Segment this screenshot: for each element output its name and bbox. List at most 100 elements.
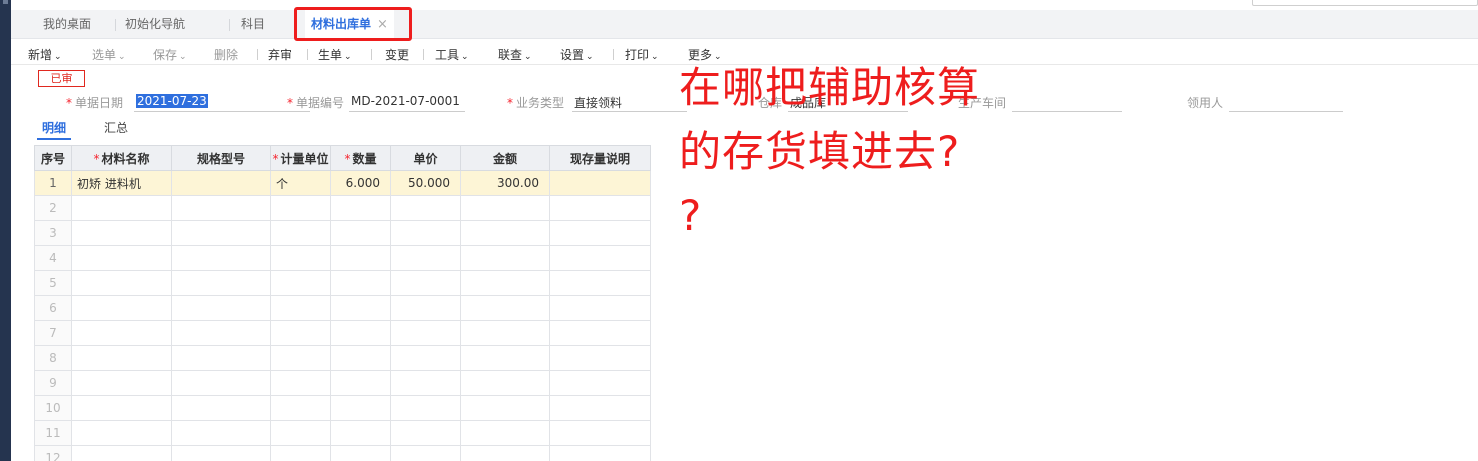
grid-column-header[interactable]: 现存量说明 bbox=[549, 145, 651, 171]
subtab-summary[interactable]: 汇总 bbox=[104, 119, 128, 136]
grid-cell-note[interactable] bbox=[549, 395, 651, 421]
date-input[interactable]: 2021-07-23 bbox=[134, 94, 310, 112]
grid-cell-spec[interactable] bbox=[171, 345, 271, 371]
grid-cell-qty[interactable] bbox=[330, 295, 391, 321]
grid-cell-unit[interactable] bbox=[270, 445, 331, 461]
grid-cell-spec[interactable] bbox=[171, 395, 271, 421]
grid-cell-note[interactable] bbox=[549, 370, 651, 396]
toolbar-button-0[interactable]: 新增 ⌄ bbox=[28, 46, 62, 63]
grid-cell-qty[interactable] bbox=[330, 220, 391, 246]
toolbar-button-5[interactable]: 生单 ⌄ bbox=[318, 46, 352, 63]
grid-cell-name[interactable] bbox=[71, 195, 172, 221]
grid-cell-spec[interactable] bbox=[171, 295, 271, 321]
grid-cell-amount[interactable] bbox=[460, 370, 550, 396]
top-search-box[interactable] bbox=[1252, 0, 1478, 6]
grid-cell-unit[interactable] bbox=[270, 270, 331, 296]
table-row[interactable]: 7 bbox=[34, 320, 651, 346]
grid-cell-spec[interactable] bbox=[171, 170, 271, 196]
grid-cell-price[interactable] bbox=[390, 370, 461, 396]
grid-cell-price[interactable] bbox=[390, 195, 461, 221]
grid-cell-price[interactable] bbox=[390, 345, 461, 371]
grid-cell-price[interactable] bbox=[390, 220, 461, 246]
toolbar-button-7[interactable]: 工具 ⌄ bbox=[435, 46, 469, 63]
grid-cell-qty[interactable] bbox=[330, 395, 391, 421]
grid-cell-amount[interactable] bbox=[460, 195, 550, 221]
grid-cell-note[interactable] bbox=[549, 320, 651, 346]
grid-cell-unit[interactable]: 个 bbox=[270, 170, 331, 196]
grid-cell-note[interactable] bbox=[549, 170, 651, 196]
grid-cell-note[interactable] bbox=[549, 195, 651, 221]
grid-cell-qty[interactable] bbox=[330, 320, 391, 346]
toolbar-button-10[interactable]: 打印 ⌄ bbox=[625, 46, 659, 63]
grid-cell-qty[interactable] bbox=[330, 370, 391, 396]
grid-cell-unit[interactable] bbox=[270, 395, 331, 421]
toolbar-button-8[interactable]: 联查 ⌄ bbox=[498, 46, 532, 63]
table-row[interactable]: 5 bbox=[34, 270, 651, 296]
grid-cell-name[interactable] bbox=[71, 295, 172, 321]
grid-cell-spec[interactable] bbox=[171, 420, 271, 446]
grid-cell-price[interactable] bbox=[390, 445, 461, 461]
grid-cell-price[interactable] bbox=[390, 320, 461, 346]
grid-cell-unit[interactable] bbox=[270, 345, 331, 371]
grid-column-header[interactable]: * 计量单位 bbox=[270, 145, 331, 171]
grid-cell-name[interactable] bbox=[71, 320, 172, 346]
grid-cell-qty[interactable] bbox=[330, 270, 391, 296]
grid-cell-unit[interactable] bbox=[270, 245, 331, 271]
doc-number-input[interactable]: MD-2021-07-0001 bbox=[349, 94, 465, 112]
table-row[interactable]: 4 bbox=[34, 245, 651, 271]
grid-cell-amount[interactable] bbox=[460, 445, 550, 461]
grid-cell-qty[interactable] bbox=[330, 445, 391, 461]
grid-cell-unit[interactable] bbox=[270, 420, 331, 446]
grid-cell-note[interactable] bbox=[549, 420, 651, 446]
toolbar-button-6[interactable]: 变更 bbox=[385, 46, 409, 63]
grid-cell-spec[interactable] bbox=[171, 245, 271, 271]
table-row[interactable]: 6 bbox=[34, 295, 651, 321]
grid-cell-amount[interactable] bbox=[460, 420, 550, 446]
grid-cell-amount[interactable] bbox=[460, 270, 550, 296]
grid-cell-unit[interactable] bbox=[270, 320, 331, 346]
table-row[interactable]: 12 bbox=[34, 445, 651, 461]
grid-cell-unit[interactable] bbox=[270, 195, 331, 221]
grid-cell-name[interactable] bbox=[71, 345, 172, 371]
grid-cell-name[interactable] bbox=[71, 395, 172, 421]
toolbar-button-4[interactable]: 弃审 bbox=[268, 46, 292, 63]
tab-account[interactable]: 科目 bbox=[241, 10, 265, 39]
tab-my-desktop[interactable]: 我的桌面 bbox=[43, 10, 91, 39]
toolbar-button-3[interactable]: 删除 bbox=[214, 46, 238, 63]
grid-cell-amount[interactable] bbox=[460, 395, 550, 421]
grid-cell-name[interactable] bbox=[71, 270, 172, 296]
grid-cell-price[interactable] bbox=[390, 295, 461, 321]
toolbar-button-9[interactable]: 设置 ⌄ bbox=[560, 46, 594, 63]
toolbar-button-2[interactable]: 保存 ⌄ bbox=[153, 46, 187, 63]
grid-cell-price[interactable] bbox=[390, 245, 461, 271]
grid-column-header[interactable]: 规格型号 bbox=[171, 145, 271, 171]
table-row[interactable]: 11 bbox=[34, 420, 651, 446]
grid-column-header[interactable]: * 材料名称 bbox=[71, 145, 172, 171]
table-row[interactable]: 3 bbox=[34, 220, 651, 246]
grid-cell-name[interactable] bbox=[71, 420, 172, 446]
grid-column-header[interactable]: 金额 bbox=[460, 145, 550, 171]
receiver-input[interactable] bbox=[1229, 94, 1343, 112]
biz-type-select[interactable]: 直接领料 bbox=[572, 94, 687, 112]
grid-cell-amount[interactable]: 300.00 bbox=[460, 170, 550, 196]
grid-cell-qty[interactable] bbox=[330, 245, 391, 271]
grid-cell-amount[interactable] bbox=[460, 220, 550, 246]
grid-cell-price[interactable]: 50.000 bbox=[390, 170, 461, 196]
grid-column-header[interactable]: * 数量 bbox=[330, 145, 391, 171]
tab-init-guide[interactable]: 初始化导航 bbox=[125, 10, 185, 39]
grid-cell-spec[interactable] bbox=[171, 370, 271, 396]
grid-cell-amount[interactable] bbox=[460, 295, 550, 321]
grid-cell-spec[interactable] bbox=[171, 445, 271, 461]
grid-cell-spec[interactable] bbox=[171, 270, 271, 296]
grid-cell-note[interactable] bbox=[549, 445, 651, 461]
grid-cell-note[interactable] bbox=[549, 245, 651, 271]
grid-cell-unit[interactable] bbox=[270, 220, 331, 246]
grid-cell-qty[interactable]: 6.000 bbox=[330, 170, 391, 196]
table-row[interactable]: 10 bbox=[34, 395, 651, 421]
grid-cell-qty[interactable] bbox=[330, 420, 391, 446]
grid-cell-price[interactable] bbox=[390, 420, 461, 446]
subtab-detail[interactable]: 明细 bbox=[42, 119, 66, 136]
grid-cell-note[interactable] bbox=[549, 295, 651, 321]
grid-cell-spec[interactable] bbox=[171, 320, 271, 346]
table-row[interactable]: 2 bbox=[34, 195, 651, 221]
